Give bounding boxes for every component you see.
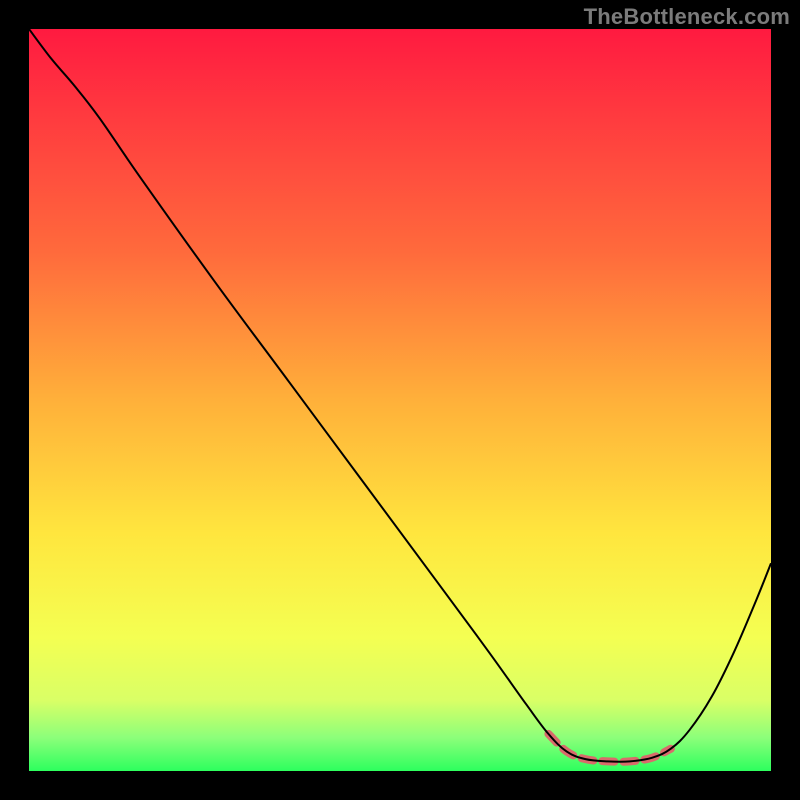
watermark-text: TheBottleneck.com	[584, 4, 790, 30]
plot-area	[29, 29, 771, 771]
chart-svg	[29, 29, 771, 771]
chart-frame: TheBottleneck.com	[0, 0, 800, 800]
gradient-background	[29, 29, 771, 771]
